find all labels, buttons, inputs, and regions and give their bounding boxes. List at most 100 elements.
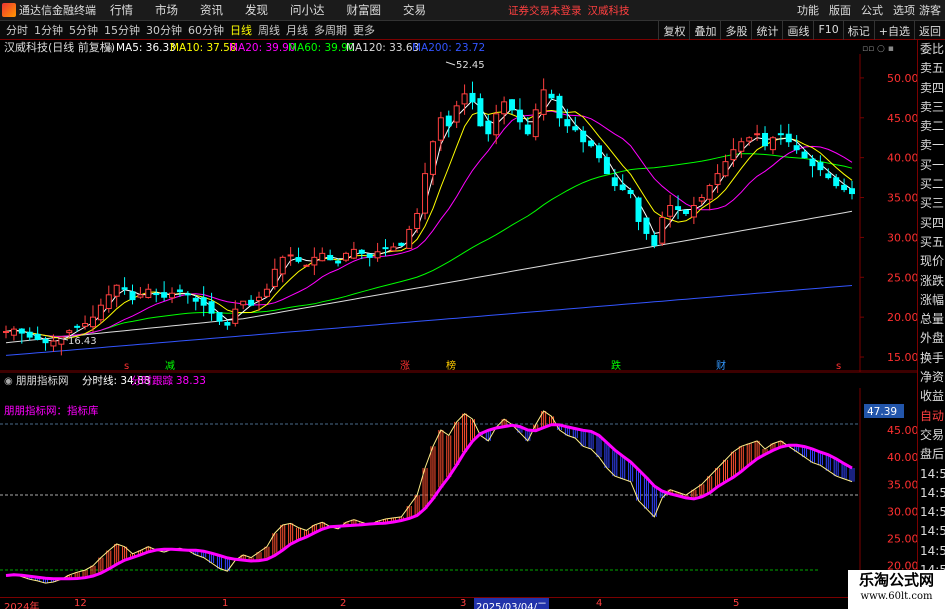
candle-body — [82, 323, 89, 327]
candle-body — [382, 247, 389, 250]
side-panel-item[interactable]: 买二 — [918, 175, 945, 194]
period-multi[interactable]: 多周期 — [314, 22, 347, 38]
side-panel-item[interactable]: 买一 — [918, 156, 945, 175]
candle-body — [793, 145, 800, 151]
y-tick-label: 25.00 — [887, 271, 917, 284]
event-marker-finance[interactable]: 财 — [716, 359, 726, 372]
side-panel-item[interactable]: 盘后 — [918, 445, 945, 464]
app-title: 通达信金融终端 — [19, 4, 96, 17]
period-1min[interactable]: 1分钟 — [34, 22, 63, 38]
side-panel-item[interactable]: 卖三 — [918, 98, 945, 117]
menu-options[interactable]: 选项 — [893, 2, 915, 18]
side-panel-item[interactable]: 买五 — [918, 233, 945, 252]
login-notice[interactable]: 证券交易未登录 — [508, 3, 582, 18]
tool-adjust[interactable]: 复权 — [658, 21, 689, 40]
event-marker-reduce[interactable]: 减 — [165, 360, 175, 372]
tool-draw[interactable]: 画线 — [782, 21, 813, 40]
side-panel-item[interactable]: 总量 — [918, 310, 945, 329]
tool-mark[interactable]: 标记 — [842, 21, 874, 40]
event-marker-s1[interactable]: s — [124, 361, 129, 372]
candle-body — [248, 299, 255, 306]
tool-multi-stock[interactable]: 多股 — [720, 21, 751, 40]
watermark-title: 乐淘公式网 — [858, 571, 934, 589]
candle-body — [342, 252, 349, 261]
header-ctrl-icons[interactable]: ▫▫ ○ ▪ — [862, 44, 894, 54]
side-panel-item[interactable]: 14:56 — [918, 484, 945, 503]
kline-chart[interactable]: 50.00 45.00 40.00 35.00 30.00 25.00 20.00 15.00… — [0, 40, 917, 372]
candle-body — [445, 115, 452, 127]
event-marker-rise[interactable]: 涨 — [400, 360, 410, 372]
side-panel-item[interactable]: 14:56 — [918, 503, 945, 522]
menu-function[interactable]: 功能 — [797, 2, 819, 18]
candle-body — [311, 256, 318, 266]
side-panel-item[interactable]: 14:56 — [918, 522, 945, 541]
candle-body — [682, 209, 689, 214]
indicator-settings-icon[interactable]: ◉ — [4, 376, 13, 387]
candle-body — [335, 260, 342, 264]
candle-body — [184, 293, 191, 296]
candle-body — [18, 328, 25, 334]
side-panel-item[interactable]: 卖四 — [918, 79, 945, 98]
period-weekly[interactable]: 周线 — [258, 22, 280, 38]
menu-news[interactable]: 资讯 — [200, 2, 223, 18]
side-panel-item[interactable]: 14:56 — [918, 542, 945, 561]
candle-body — [825, 173, 832, 179]
menu-market[interactable]: 市场 — [155, 2, 178, 18]
menu-ask[interactable]: 问小达 — [290, 2, 325, 18]
side-panel-item[interactable]: 交易 — [918, 426, 945, 445]
candle-body — [113, 284, 120, 297]
candle-body — [42, 338, 49, 344]
event-marker-s2[interactable]: s — [836, 361, 841, 372]
ma120-label: MA120: 33.63 — [346, 42, 419, 54]
period-15min[interactable]: 15分钟 — [104, 22, 140, 38]
menu-formula[interactable]: 公式 — [861, 2, 883, 18]
tool-back[interactable]: 返回 — [914, 21, 945, 40]
side-panel-item[interactable]: 14:56 — [918, 465, 945, 484]
candle-body — [374, 251, 381, 259]
candle-body — [714, 173, 721, 185]
tool-overlay[interactable]: 叠加 — [689, 21, 720, 40]
menu-trade[interactable]: 交易 — [403, 2, 426, 18]
side-panel-item[interactable]: 净资 — [918, 368, 945, 387]
side-panel-item[interactable]: 收益 — [918, 387, 945, 406]
candle-body — [777, 133, 784, 136]
candle-body — [509, 99, 516, 111]
date-label-4: 4 — [596, 598, 603, 609]
indicator-value-box: 47.39 — [867, 406, 897, 418]
period-30min[interactable]: 30分钟 — [146, 22, 182, 38]
guest-label[interactable]: 游客 — [919, 2, 941, 18]
period-daily[interactable]: 日线 — [230, 22, 252, 38]
side-panel-item[interactable]: 买三 — [918, 194, 945, 213]
tool-stats[interactable]: 统计 — [751, 21, 782, 40]
chart-header-title: 汉威科技(日线 前复权) — [4, 40, 115, 54]
menu-discover[interactable]: 发现 — [245, 2, 268, 18]
period-5min[interactable]: 5分钟 — [69, 22, 98, 38]
candle-body — [224, 322, 231, 326]
menu-quotes[interactable]: 行情 — [110, 2, 133, 18]
side-panel-item[interactable]: 涨幅 — [918, 291, 945, 310]
side-panel-item[interactable]: 外盘 — [918, 329, 945, 348]
period-60min[interactable]: 60分钟 — [188, 22, 224, 38]
side-panel-item[interactable]: 买四 — [918, 214, 945, 233]
period-monthly[interactable]: 月线 — [286, 22, 308, 38]
side-panel-item[interactable]: 卖五 — [918, 59, 945, 78]
side-panel-item[interactable]: 卖二 — [918, 117, 945, 136]
dropdown-icon[interactable]: ◉ — [104, 43, 113, 54]
side-panel-item[interactable]: 涨跌 — [918, 272, 945, 291]
tool-add-favorite[interactable]: +自选 — [873, 21, 914, 40]
event-marker-fall[interactable]: 跌 — [611, 359, 621, 372]
menu-wealth[interactable]: 财富圈 — [347, 2, 382, 18]
indicator-chart[interactable]: 45.0040.0035.0030.0025.0020.00 ◉ 朋朋指标网 分… — [0, 372, 917, 597]
side-panel-item[interactable]: 委比 — [918, 40, 945, 59]
event-marker-list[interactable]: 榜 — [446, 359, 456, 372]
side-panel-item[interactable]: 换手 — [918, 349, 945, 368]
side-panel-item[interactable]: 卖一 — [918, 136, 945, 155]
side-panel-item[interactable]: 现价 — [918, 252, 945, 271]
ma200-label: MA200: 23.72 — [412, 42, 485, 54]
tool-f10[interactable]: F10 — [813, 21, 842, 40]
menu-layout[interactable]: 版面 — [829, 2, 851, 18]
side-panel-item[interactable]: 自动 — [918, 407, 945, 426]
period-timeshare[interactable]: 分时 — [6, 22, 28, 38]
date-label-1: 1 — [222, 598, 229, 609]
period-more[interactable]: 更多 — [353, 22, 375, 38]
